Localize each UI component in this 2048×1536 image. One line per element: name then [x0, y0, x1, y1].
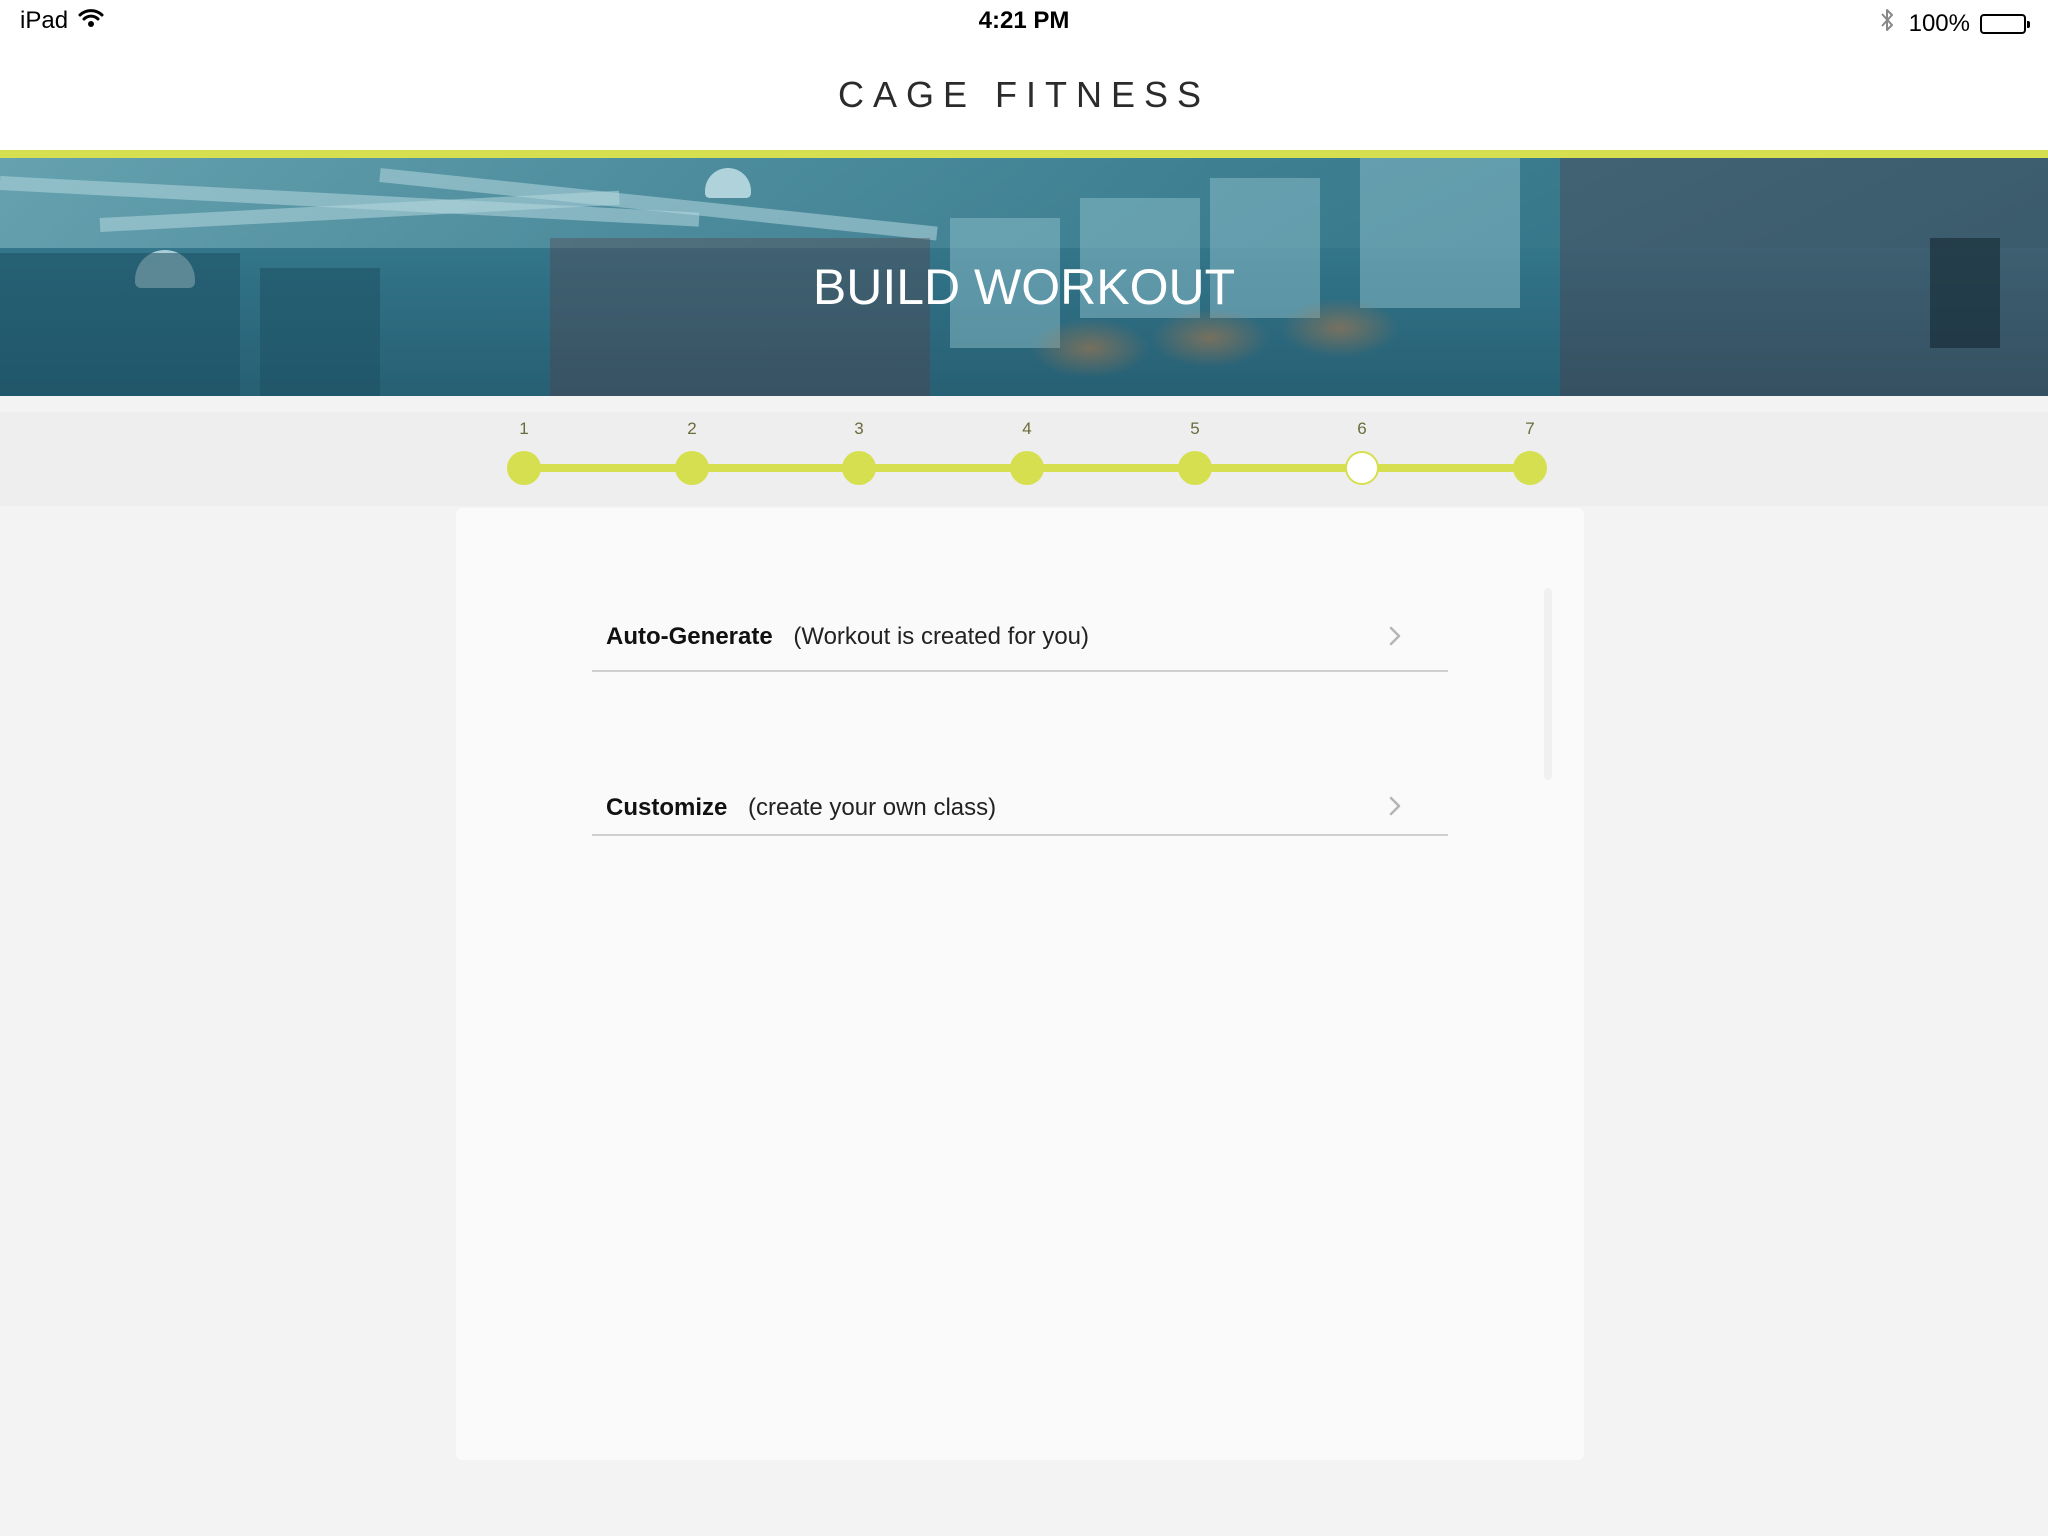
- step-number: 2: [687, 419, 697, 438]
- battery-icon: [1980, 13, 2030, 34]
- options-card: Auto-Generate (Workout is created for yo…: [456, 508, 1584, 1460]
- status-bar: iPad 4:21 PM 100%: [0, 0, 2048, 40]
- step-dot-current: [1345, 451, 1379, 485]
- option-description: (Workout is created for you): [793, 623, 1090, 650]
- step-dot: [1513, 451, 1547, 485]
- step-number: 5: [1190, 419, 1200, 438]
- status-time: 4:21 PM: [978, 7, 1070, 34]
- bluetooth-icon: [1879, 7, 1895, 40]
- step-number: 1: [519, 419, 529, 438]
- option-title: Auto-Generate: [606, 623, 773, 650]
- step-dot: [1178, 451, 1212, 485]
- step-1[interactable]: 1: [494, 412, 554, 485]
- step-progress: 1 2 3 4 5 6 7: [0, 412, 2048, 506]
- chevron-right-icon: [1388, 796, 1402, 816]
- app-title: CAGE FITNESS: [837, 74, 1211, 115]
- option-label: Customize (create your own class): [606, 794, 996, 822]
- step-6[interactable]: 6: [1332, 412, 1392, 485]
- step-dot: [842, 451, 876, 485]
- step-number: 6: [1357, 419, 1367, 438]
- option-customize[interactable]: Customize (create your own class): [592, 672, 1448, 836]
- header-accent-line: [0, 150, 2048, 158]
- option-label: Auto-Generate (Workout is created for yo…: [606, 623, 1089, 651]
- step-7[interactable]: 7: [1500, 412, 1560, 485]
- step-number: 3: [854, 419, 864, 438]
- hero-warm-light: [1030, 318, 1150, 378]
- step-dot: [675, 451, 709, 485]
- option-description: (create your own class): [748, 794, 997, 821]
- battery-percent: 100%: [1908, 9, 1970, 37]
- scrollbar[interactable]: [1544, 588, 1552, 780]
- step-dot: [1010, 451, 1044, 485]
- app-header: CAGE FITNESS: [0, 40, 2048, 150]
- step-3[interactable]: 3: [829, 412, 889, 485]
- step-number: 7: [1525, 419, 1535, 438]
- step-dot: [507, 451, 541, 485]
- option-title: Customize: [606, 794, 728, 821]
- chevron-right-icon: [1388, 626, 1402, 646]
- status-right: 100%: [1879, 7, 2030, 40]
- page-title: BUILD WORKOUT: [812, 259, 1236, 315]
- step-2[interactable]: 2: [662, 412, 722, 485]
- hero-warm-light: [1150, 308, 1270, 368]
- step-5[interactable]: 5: [1165, 412, 1225, 485]
- step-4[interactable]: 4: [997, 412, 1057, 485]
- step-number: 4: [1022, 419, 1032, 438]
- hero-banner: BUILD WORKOUT: [0, 158, 2048, 396]
- option-auto-generate[interactable]: Auto-Generate (Workout is created for yo…: [592, 508, 1448, 672]
